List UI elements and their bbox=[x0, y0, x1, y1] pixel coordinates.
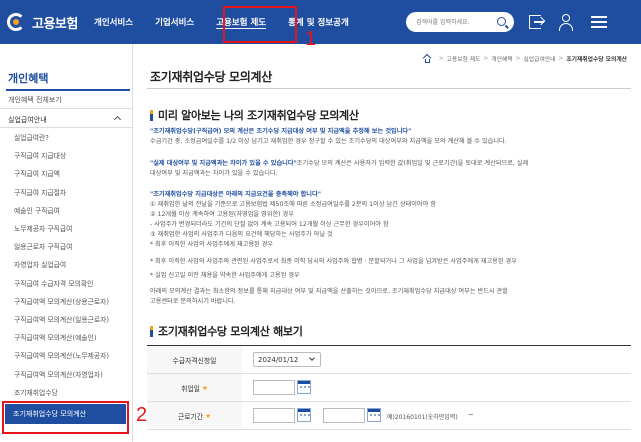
employ-date-input[interactable] bbox=[253, 380, 295, 395]
gnb-statistics[interactable]: 통계 및 정보공개 bbox=[288, 16, 349, 28]
required-mark: ★ bbox=[201, 383, 208, 392]
period-separator: ~ bbox=[468, 411, 474, 419]
eligibility-paragraph-cont: * 최후 이직한 사업의 사업주와 관련된 사업주로서 최종 이직 당시의 사업… bbox=[150, 257, 620, 267]
sidebar-category[interactable]: 실업급여안내 bbox=[0, 108, 132, 128]
eligibility-line: * 최후 이직한 사업의 사업주와 관련된 사업주로서 최종 이직 당시의 사업… bbox=[150, 258, 517, 265]
sidebar-item[interactable]: 구직급여액 모의계산(상용근로자) bbox=[0, 292, 132, 310]
section-title-text: 미리 알아보는 나의 조기재취업수당 모의계산 bbox=[158, 109, 359, 122]
gnb-personal-service[interactable]: 개인서비스 bbox=[94, 16, 133, 28]
calendar-icon[interactable] bbox=[297, 408, 311, 422]
sidebar-item[interactable]: 일용근로자 구직급여 bbox=[0, 237, 132, 255]
form-row-work-period: 근로기간 ★ ~ 예)20160101(숫자만입력) bbox=[147, 402, 631, 430]
form-row-apply-date: 수급자격신청일 2024/01/12 bbox=[147, 346, 631, 374]
required-mark: ★ bbox=[204, 411, 212, 420]
section-title-preview: 미리 알아보는 나의 조기재취업수당 모의계산 bbox=[150, 107, 359, 123]
logo[interactable]: 고용보험 bbox=[6, 10, 78, 34]
sidebar-title-divider bbox=[6, 89, 130, 91]
sidebar-item[interactable]: 구직급여액 모의계산(노무제공자) bbox=[0, 346, 132, 364]
intro-body-1: 수급기간 중, 소정급여일수를 1/2 이상 남기고 재취업한 경우 청구할 수… bbox=[150, 138, 507, 145]
breadcrumb-item[interactable]: 개인혜택 bbox=[491, 54, 512, 63]
logo-text: 고용보험 bbox=[32, 16, 78, 32]
period-start-input[interactable] bbox=[253, 408, 295, 423]
sidebar-list: 실업급여란? 구직급여 지급대상 구직급여 지급액 구직급여 지급절차 예술인 … bbox=[0, 128, 132, 401]
search-box bbox=[406, 12, 514, 32]
annotation-number-2: 2 bbox=[136, 404, 148, 426]
highlight-box-1 bbox=[223, 6, 297, 43]
sidebar-category-label: 실업급여안내 bbox=[8, 116, 47, 124]
annotation-number-1: 1 bbox=[305, 28, 317, 50]
date-format-hint: 예)20160101(숫자만입력) bbox=[387, 414, 458, 421]
form-row-employ-date: 취업일 ★ bbox=[147, 374, 631, 402]
menu-icon[interactable] bbox=[590, 13, 608, 31]
intro-paragraph-1: "조기재취업수당(구직급여) 모의 계산은 조기수당 지급대상 여부 및 지급액… bbox=[150, 127, 620, 147]
highlight-box-2 bbox=[2, 401, 129, 434]
eligibility-line: ② 12개월 이상 계속하여 고용된(자영업을 영위한) 경우 bbox=[150, 211, 294, 218]
sidebar-title: 개인혜택 bbox=[8, 72, 49, 85]
breadcrumb: > 고용보험 제도 > 개인혜택 > 실업급여안내 > 조기재취업수당 모의계산 bbox=[422, 53, 627, 63]
intro-paragraph-2: "실제 대상여부 및 지급액과는 차이가 있을 수 있습니다"조기수당 모의 계… bbox=[150, 159, 620, 179]
notice-line: 아래의 모의계산 결과는 최소한의 정보를 통해 지급대상 여부 및 지급액을 … bbox=[150, 288, 508, 295]
sidebar-item[interactable]: 구직급여액 모의계산(일용근로자) bbox=[0, 310, 132, 328]
sidebar-item[interactable]: 자영업자 실업급여 bbox=[0, 255, 132, 273]
breadcrumb-current: 조기재취업수당 모의계산 bbox=[566, 57, 627, 63]
apply-date-select[interactable]: 2024/01/12 bbox=[253, 352, 321, 367]
home-icon[interactable] bbox=[422, 53, 432, 63]
breadcrumb-item[interactable]: 고용보험 제도 bbox=[447, 54, 481, 63]
top-header: 고용보험 개인서비스 기업서비스 고용보험 제도 통계 및 정보공개 bbox=[0, 0, 641, 44]
intro-body-2: 조기수당 모의 계산은 사용자가 입력한 값(취업일 및 근로기간)을 토대로 … bbox=[296, 160, 529, 167]
eligibility-paragraph: "조기재취업수당 지급대상은 아래의 지급요건을 충족해야 합니다" ① 재취업… bbox=[150, 190, 620, 250]
calendar-icon[interactable] bbox=[367, 408, 381, 422]
eligibility-line: ③ 재취업한 사업의 사업주가 다음의 요건에 해당하는 사업주가 아닐 것 bbox=[150, 231, 333, 238]
period-end-input[interactable] bbox=[323, 408, 365, 423]
eligibility-line: - 사업주가 변경되더라도 기간의 단절 없이 계속 고용되어 12개월 이상 … bbox=[150, 221, 389, 228]
sidebar-item[interactable]: 구직급여 지급절차 bbox=[0, 183, 132, 201]
calendar-icon[interactable] bbox=[297, 380, 311, 394]
chevron-down-icon bbox=[309, 355, 315, 361]
sidebar: 개인혜택 개인혜택 전체보기 실업급여안내 실업급여란? 구직급여 지급대상 구… bbox=[0, 44, 133, 442]
form-label: 근로기간 ★ bbox=[147, 402, 242, 429]
sidebar-item[interactable]: 실업급여란? bbox=[0, 128, 132, 146]
sidebar-item[interactable]: 조기재취업수당 bbox=[0, 383, 132, 401]
login-icon[interactable] bbox=[527, 13, 545, 31]
calc-form: 수급자격신청일 2024/01/12 취업일 ★ 근로기간 ★ ~ 예)201601… bbox=[147, 345, 631, 430]
eligibility-paragraph-cont2: * 실업 신고일 이전 채용을 약속한 사업주에게 고용된 경우 bbox=[150, 271, 620, 281]
search-input[interactable] bbox=[416, 16, 494, 28]
sidebar-item[interactable]: 구직급여액 모의계산(자영업자) bbox=[0, 364, 132, 382]
sidebar-item[interactable]: 구직급여 지급대상 bbox=[0, 146, 132, 164]
form-label: 수급자격신청일 bbox=[147, 346, 242, 373]
form-label: 취업일 ★ bbox=[147, 374, 242, 401]
sidebar-item[interactable]: 구직급여 수급자격 모의확인 bbox=[0, 274, 132, 292]
eligibility-line: * 실업 신고일 이전 채용을 약속한 사업주에게 고용된 경우 bbox=[150, 272, 300, 279]
eligibility-line: * 최후 이직한 사업의 사업주에게 재고용된 경우 bbox=[150, 241, 274, 248]
intro-highlight-2: "실제 대상여부 및 지급액과는 차이가 있을 수 있습니다" bbox=[150, 160, 297, 167]
breadcrumb-item[interactable]: 실업급여안내 bbox=[523, 54, 555, 63]
sidebar-item[interactable]: 예술인 구직급여 bbox=[0, 201, 132, 219]
chevron-up-icon bbox=[113, 115, 122, 124]
page-title: 조기재취업수당 모의계산 bbox=[150, 70, 273, 84]
gnb-business-service[interactable]: 기업서비스 bbox=[155, 16, 194, 28]
section-title-text: 조기재취업수당 모의계산 해보기 bbox=[158, 325, 303, 338]
sidebar-item[interactable]: 구직급여액 모의계산(예술인) bbox=[0, 328, 132, 346]
apply-date-value: 2024/01/12 bbox=[258, 355, 299, 364]
title-divider bbox=[147, 88, 631, 89]
intro-body-2b: 대상여부 및 지급액과는 차이가 있을 수 있습니다. bbox=[150, 170, 278, 177]
search-icon[interactable] bbox=[497, 17, 506, 26]
section-bar-icon bbox=[150, 325, 153, 337]
intro-highlight-1: "조기재취업수당(구직급여) 모의 계산은 조기수당 지급대상 여부 및 지급액… bbox=[150, 128, 412, 135]
sidebar-item[interactable]: 구직급여 지급액 bbox=[0, 164, 132, 182]
section-bar-icon bbox=[150, 109, 153, 121]
user-icon[interactable] bbox=[557, 13, 575, 31]
eligibility-highlight: "조기재취업수당 지급대상은 아래의 지급요건을 충족해야 합니다" bbox=[150, 191, 321, 198]
notice-line: 고용센터로 문의하시기 바랍니다. bbox=[150, 298, 236, 305]
sidebar-view-all[interactable]: 개인혜택 전체보기 bbox=[8, 95, 62, 105]
eligibility-line: ① 재취업한 날의 전날을 기준으로 고용보험법 제50조에 따른 소정급여일수… bbox=[150, 201, 436, 208]
notice-paragraph: 아래의 모의계산 결과는 최소한의 정보를 통해 지급대상 여부 및 지급액을 … bbox=[150, 287, 620, 307]
sidebar-item[interactable]: 노무제공자 구직급여 bbox=[0, 219, 132, 237]
section-title-calc: 조기재취업수당 모의계산 해보기 bbox=[150, 323, 303, 339]
logo-icon bbox=[6, 11, 28, 33]
